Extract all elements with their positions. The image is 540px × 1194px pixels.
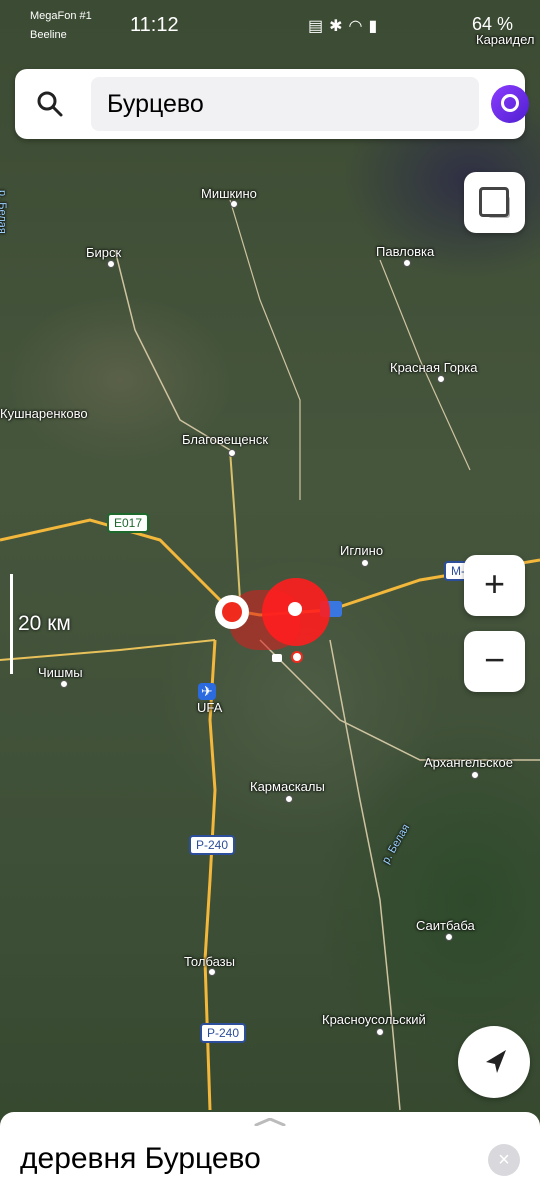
search-input[interactable]: Бурцево	[91, 77, 479, 131]
status-icons: ▤✱◠▮	[308, 18, 384, 35]
place-dot	[361, 559, 369, 567]
place-label: Красная Горка	[390, 360, 478, 375]
place-label: Красноусольский	[322, 1012, 426, 1027]
layers-icon-front	[479, 187, 509, 217]
airport-icon: ✈	[198, 683, 216, 700]
my-location-button[interactable]	[458, 1026, 530, 1098]
search-input-value: Бурцево	[107, 90, 204, 118]
map-canvas[interactable]: Мишкино Бирск Павловка Красная Горка Куш…	[0, 0, 540, 1194]
place-label: Бирск	[86, 245, 122, 260]
place-dot	[228, 449, 236, 457]
place-dot	[403, 259, 411, 267]
place-label: UFA	[197, 700, 223, 715]
clock: 11:12	[130, 14, 179, 36]
place-dot	[437, 375, 445, 383]
place-label: Благовещенск	[182, 432, 269, 447]
zoom-out-button[interactable]: −	[464, 631, 525, 692]
place-dot	[471, 771, 479, 779]
place-dot	[230, 200, 238, 208]
voice-assistant-icon[interactable]	[491, 85, 529, 123]
place-dot	[107, 260, 115, 268]
place-label: Кушнаренково	[0, 406, 88, 421]
place-label: Чишмы	[38, 665, 83, 680]
zoom-in-button[interactable]: +	[464, 555, 525, 616]
place-title: деревня Бурцево	[20, 1142, 261, 1175]
place-label: Мишкино	[201, 186, 257, 201]
place-label: Саитбаба	[416, 918, 475, 933]
scale-label: 20 км	[18, 612, 71, 635]
place-dot	[376, 1028, 384, 1036]
road-shield: Р-240	[189, 835, 236, 855]
place-dot	[208, 968, 216, 976]
place-label: Кармаскалы	[250, 779, 325, 794]
location-pin-icon[interactable]	[215, 595, 249, 629]
battery-level: 64 %	[472, 14, 514, 34]
poi-icon	[291, 651, 303, 663]
search-bar[interactable]: Бурцево	[15, 69, 529, 139]
place-label: Павловка	[376, 244, 435, 259]
navigation-arrow-icon	[486, 1050, 506, 1073]
place-label: Толбазы	[184, 954, 235, 969]
search-icon[interactable]	[35, 89, 65, 119]
cluster-marker-dot	[288, 602, 302, 616]
status-bar: MegaFon #1 Beeline 11:12 ▤✱◠▮ 64 %	[0, 0, 540, 54]
place-card[interactable]: деревня Бурцево ×	[0, 1112, 540, 1194]
layers-button[interactable]	[464, 172, 525, 233]
place-dot	[285, 795, 293, 803]
place-label: Иглино	[340, 543, 384, 558]
poi-icon	[272, 654, 282, 662]
road-shield: Р-240	[200, 1023, 247, 1043]
place-dot	[60, 680, 68, 688]
place-label: Архангельское	[424, 755, 513, 770]
road-shield: E017	[107, 513, 150, 533]
place-dot	[445, 933, 453, 941]
close-button[interactable]: ×	[488, 1144, 520, 1176]
sheet-handle-icon[interactable]	[254, 1118, 286, 1126]
scale-bar	[10, 574, 13, 674]
carrier-2: Beeline	[30, 29, 67, 41]
river-label: р. Белая	[0, 190, 8, 234]
carrier-1: MegaFon #1	[30, 10, 92, 22]
